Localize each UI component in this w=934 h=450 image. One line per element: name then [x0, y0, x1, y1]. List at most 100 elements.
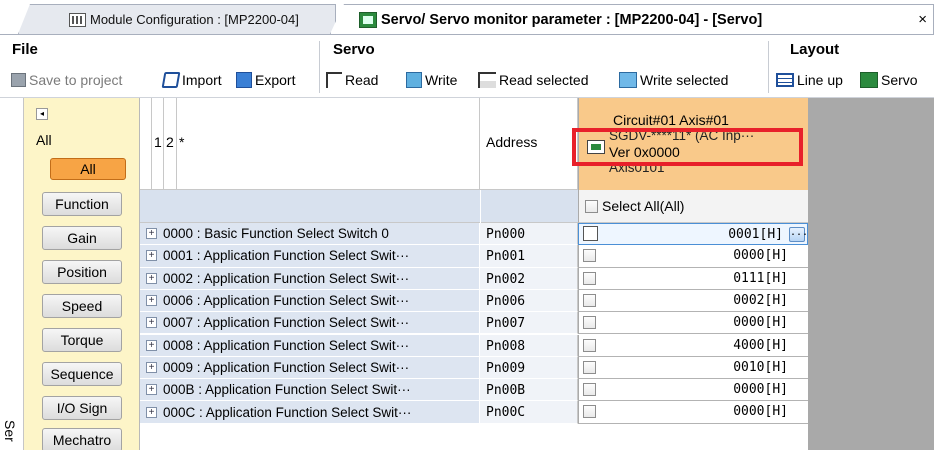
parameter-value-cell[interactable]: 0010[H] [578, 356, 808, 380]
checkbox-icon [585, 199, 598, 213]
write-selected-button[interactable]: Write selected [619, 72, 728, 88]
highlight-annotation-box [572, 128, 803, 166]
collapse-panel-button[interactable]: ◂ [36, 108, 48, 120]
write-button[interactable]: Write [406, 72, 457, 88]
export-button[interactable]: Export [236, 72, 295, 88]
parameter-value-cell[interactable]: 0002[H] [578, 289, 808, 313]
save-to-project-label: Save to project [29, 72, 123, 88]
parameter-value: 4000[H] [733, 337, 788, 353]
parameter-value-cell[interactable]: 0000[H] [578, 312, 808, 335]
parameter-address: Pn007 [480, 312, 578, 335]
parameter-name: +0007 : Application Function Select Swit… [140, 312, 480, 335]
address-header-label: Address [486, 134, 538, 150]
expand-icon[interactable]: + [146, 361, 157, 373]
table-row[interactable]: +000B : Application Function Select Swit… [140, 379, 808, 402]
row-checkbox[interactable] [583, 293, 596, 307]
parameter-value-cell[interactable]: 0111[H] [578, 267, 808, 290]
module-config-icon [69, 12, 86, 27]
file-group-title: File [12, 41, 38, 58]
parameter-address: Pn008 [480, 334, 578, 357]
write-selected-label: Write selected [640, 72, 729, 88]
document-tab-bar: Module Configuration : [MP2200-04] Servo… [0, 0, 934, 34]
expand-icon[interactable]: + [146, 406, 157, 418]
line-up-label: Line up [797, 72, 843, 88]
read-button[interactable]: Read [326, 72, 378, 88]
line-up-button[interactable]: Line up [776, 72, 843, 88]
close-icon[interactable]: × [918, 11, 927, 28]
select-all-label: Select All(All) [602, 198, 685, 214]
axis-title: Circuit#01 Axis#01 [613, 112, 729, 128]
category-torque-button[interactable]: Torque [42, 328, 122, 352]
category-function-button[interactable]: Function [42, 192, 122, 216]
table-row[interactable]: +0001 : Application Function Select Swit… [140, 245, 808, 268]
parameter-value-cell[interactable]: 0001[H] ... [578, 223, 808, 246]
tab-servo-monitor-parameter[interactable]: Servo/ Servo monitor parameter : [MP2200… [330, 4, 934, 34]
column-header-star-label: * [179, 134, 185, 150]
row-checkbox[interactable] [583, 405, 596, 419]
category-position-button[interactable]: Position [42, 260, 122, 284]
main-area: Ser ◂ All All Function Gain Position Spe… [0, 98, 934, 450]
row-checkbox[interactable] [583, 271, 596, 285]
write-icon [406, 72, 422, 88]
category-all-button[interactable]: All [50, 158, 126, 180]
column-header-star[interactable]: * [177, 98, 480, 190]
table-row[interactable]: +0008 : Application Function Select Swit… [140, 334, 808, 357]
column-header-1[interactable]: 1 [152, 98, 164, 190]
category-header: All [36, 132, 52, 148]
row-checkbox[interactable] [583, 383, 596, 397]
expand-icon[interactable]: + [146, 384, 157, 396]
table-row[interactable]: +0009 : Application Function Select Swit… [140, 356, 808, 380]
servo-icon [860, 72, 878, 88]
column-header-address[interactable]: Address [480, 98, 578, 190]
group-divider [768, 41, 769, 93]
row-checkbox[interactable] [583, 226, 598, 241]
expand-icon[interactable]: + [146, 250, 157, 262]
category-mechatro-button[interactable]: Mechatro [42, 428, 122, 450]
table-row[interactable]: +0000 : Basic Function Select Switch 0 P… [140, 223, 808, 246]
parameter-value-cell[interactable]: 0000[H] [578, 401, 808, 424]
parameter-value-cell[interactable]: 4000[H] [578, 334, 808, 357]
edit-ellipsis-button[interactable]: ... [789, 227, 808, 242]
parameter-value-cell[interactable]: 0000[H] [578, 379, 808, 402]
row-checkbox[interactable] [583, 338, 596, 352]
parameter-address: Pn001 [480, 245, 578, 268]
parameter-name-label: 0007 : Application Function Select Swit·… [163, 315, 410, 331]
column-header-spacer [140, 98, 152, 190]
servo-layout-button[interactable]: Servo [860, 72, 918, 88]
parameter-address: Pn009 [480, 356, 578, 380]
category-panel: ◂ All All Function Gain Position Speed T… [24, 98, 140, 450]
table-row[interactable]: +000C : Application Function Select Swit… [140, 401, 808, 424]
expand-icon[interactable]: + [146, 228, 157, 240]
column-header-2-label: 2 [166, 134, 174, 150]
expand-icon[interactable]: + [146, 295, 157, 307]
expand-icon[interactable]: + [146, 339, 157, 351]
parameter-name: +0000 : Basic Function Select Switch 0 [140, 223, 480, 246]
import-button[interactable]: Import [161, 72, 222, 88]
tab-module-configuration[interactable]: Module Configuration : [MP2200-04] [18, 4, 336, 34]
write-selected-icon [619, 72, 637, 88]
row-checkbox[interactable] [583, 316, 596, 330]
category-speed-button[interactable]: Speed [42, 294, 122, 318]
save-to-project-button[interactable]: Save to project [11, 72, 122, 88]
read-selected-button[interactable]: Read selected [478, 72, 589, 88]
parameter-value: 0111[H] [733, 270, 788, 286]
column-header-2[interactable]: 2 [164, 98, 177, 190]
parameter-value-cell[interactable]: 0000[H] [578, 245, 808, 268]
row-checkbox[interactable] [583, 249, 596, 263]
table-row[interactable]: +0002 : Application Function Select Swit… [140, 267, 808, 290]
read-selected-icon [478, 72, 496, 88]
left-side-strip: Ser [0, 98, 24, 450]
expand-icon[interactable]: + [146, 272, 157, 284]
category-gain-button[interactable]: Gain [42, 226, 122, 250]
expand-icon[interactable]: + [146, 317, 157, 329]
table-row[interactable]: +0007 : Application Function Select Swit… [140, 312, 808, 335]
table-row[interactable]: +0006 : Application Function Select Swit… [140, 289, 808, 313]
category-sequence-button[interactable]: Sequence [42, 362, 122, 386]
row-checkbox[interactable] [583, 360, 596, 374]
ribbon-toolbar: File Save to project Import Export Servo… [0, 34, 934, 98]
group-divider [319, 41, 320, 93]
category-io-signal-button[interactable]: I/O Sign [42, 396, 122, 420]
export-label: Export [255, 72, 296, 88]
select-all-checkbox[interactable]: Select All(All) [578, 190, 808, 223]
parameter-grid: 1 2 * Address Circuit#01 Axis#01 SGDV-**… [140, 98, 808, 450]
